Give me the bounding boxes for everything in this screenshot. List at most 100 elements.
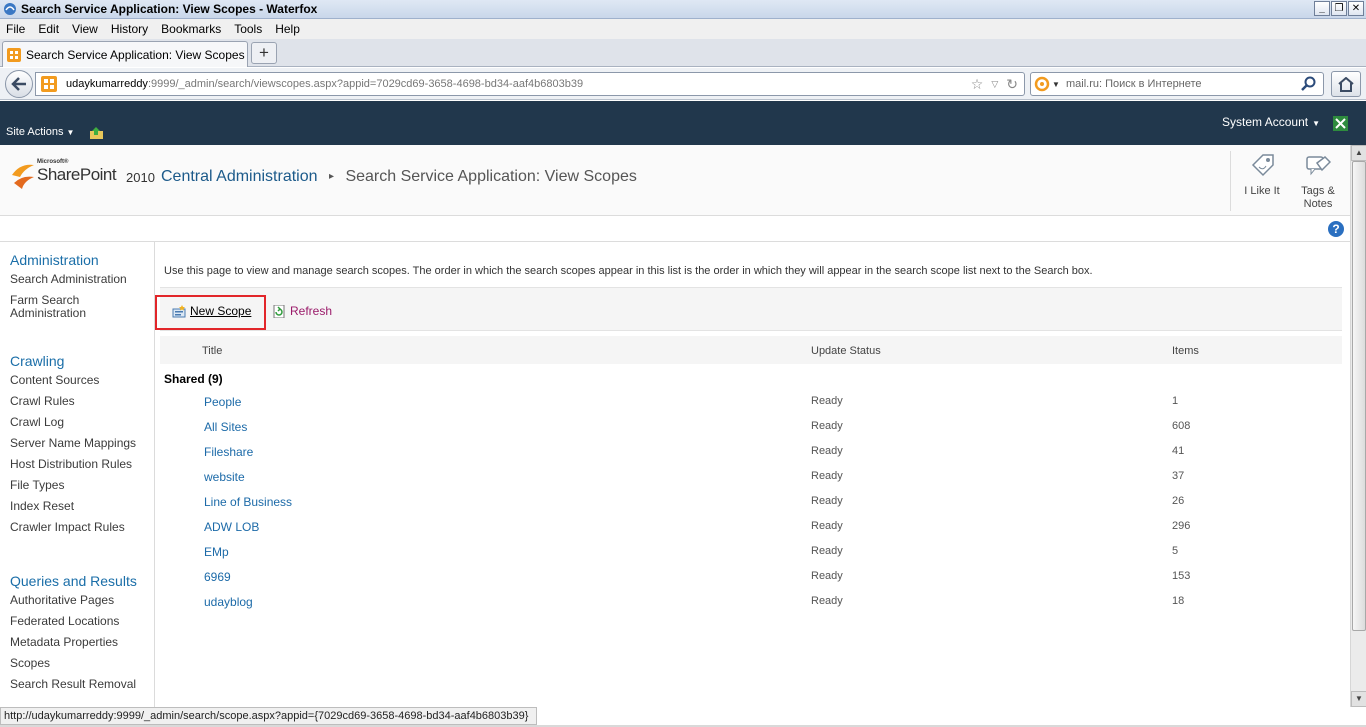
tags-notes-label-1: Tags & bbox=[1301, 185, 1335, 197]
menu-help[interactable]: Help bbox=[275, 22, 300, 36]
menu-file[interactable]: File bbox=[6, 22, 25, 36]
column-header-update-status[interactable]: Update Status bbox=[811, 345, 881, 357]
nav-item-crawler-impact-rules[interactable]: Crawler Impact Rules bbox=[10, 521, 136, 534]
scope-title-link[interactable]: People bbox=[204, 395, 241, 409]
refresh-button[interactable]: Refresh bbox=[272, 304, 332, 318]
help-bar: ? bbox=[0, 216, 1350, 242]
navigate-up-icon[interactable] bbox=[89, 126, 105, 140]
search-engine-selector[interactable]: ▼ bbox=[1034, 75, 1060, 93]
close-button[interactable]: ✕ bbox=[1348, 1, 1364, 16]
search-icon[interactable] bbox=[1301, 76, 1317, 92]
help-icon[interactable]: ? bbox=[1328, 221, 1344, 237]
breadcrumb: Central Administration ▸ Search Service … bbox=[161, 168, 637, 186]
scope-title-link[interactable]: All Sites bbox=[204, 420, 247, 434]
scope-items: 37 bbox=[1172, 470, 1185, 482]
back-arrow-icon bbox=[11, 77, 26, 91]
sync-icon[interactable] bbox=[1333, 116, 1348, 131]
sharepoint-favicon-icon bbox=[7, 47, 21, 62]
scope-status: Ready bbox=[811, 395, 843, 407]
sharepoint-wordmark: SharePoint bbox=[37, 165, 117, 184]
address-bar[interactable]: udaykumarreddy:9999/_admin/search/viewsc… bbox=[35, 72, 1025, 96]
address-bar-icons: ☆ ▽ ↻ bbox=[971, 76, 1018, 93]
tab-bar: Search Service Application: View Scopes … bbox=[0, 39, 1366, 67]
tags-notes-button[interactable]: Tags & Notes bbox=[1295, 153, 1341, 211]
nav-item-scopes[interactable]: Scopes bbox=[10, 657, 137, 670]
menu-edit[interactable]: Edit bbox=[38, 22, 59, 36]
user-account-menu[interactable]: System Account ▼ bbox=[1222, 115, 1320, 129]
i-like-it-label: I Like It bbox=[1244, 185, 1280, 197]
table-row: People Ready 1 bbox=[155, 395, 1350, 420]
new-scope-button[interactable]: New Scope bbox=[172, 304, 251, 318]
nav-item-farm-search-administration-line2[interactable]: Administration bbox=[10, 307, 127, 320]
page-title: Search Service Application: View Scopes bbox=[345, 168, 637, 185]
scope-title-link[interactable]: udayblog bbox=[204, 595, 253, 609]
table-row: Line of Business Ready 26 bbox=[155, 495, 1350, 520]
scope-title-link[interactable]: 6969 bbox=[204, 570, 231, 584]
quick-launch: Administration Search Administration Far… bbox=[0, 242, 155, 707]
back-button[interactable] bbox=[5, 70, 33, 98]
menu-bookmarks[interactable]: Bookmarks bbox=[161, 22, 221, 36]
tags-notes-label-2: Notes bbox=[1303, 198, 1333, 210]
nav-item-content-sources[interactable]: Content Sources bbox=[10, 374, 136, 387]
nav-heading-crawling[interactable]: Crawling bbox=[10, 353, 136, 369]
menu-bar: File Edit View History Bookmarks Tools H… bbox=[0, 19, 1366, 39]
scroll-down-icon[interactable]: ▼ bbox=[1351, 691, 1366, 707]
nav-item-crawl-log[interactable]: Crawl Log bbox=[10, 416, 136, 429]
reload-icon[interactable]: ↻ bbox=[1006, 76, 1018, 93]
scope-items: 608 bbox=[1172, 420, 1191, 432]
new-tab-button[interactable]: + bbox=[251, 42, 277, 64]
home-button[interactable] bbox=[1331, 71, 1361, 97]
scope-title-link[interactable]: EMp bbox=[204, 545, 229, 559]
table-row: ADW LOB Ready 296 bbox=[155, 520, 1350, 545]
engine-dropdown-icon: ▼ bbox=[1052, 79, 1060, 89]
nav-item-host-distribution-rules[interactable]: Host Distribution Rules bbox=[10, 458, 136, 471]
table-row: 6969 Ready 153 bbox=[155, 570, 1350, 595]
table-row: All Sites Ready 608 bbox=[155, 420, 1350, 445]
menu-history[interactable]: History bbox=[111, 22, 148, 36]
scope-title-link[interactable]: Fileshare bbox=[204, 445, 253, 459]
site-actions-label: Site Actions bbox=[6, 126, 64, 138]
search-bar[interactable]: ▼ mail.ru: Поиск в Интернете bbox=[1030, 72, 1324, 96]
menu-tools[interactable]: Tools bbox=[234, 22, 262, 36]
scope-title-link[interactable]: website bbox=[204, 470, 245, 484]
scope-items: 5 bbox=[1172, 545, 1179, 557]
nav-item-metadata-properties[interactable]: Metadata Properties bbox=[10, 636, 137, 649]
breadcrumb-separator-icon: ▸ bbox=[328, 171, 334, 182]
refresh-label: Refresh bbox=[290, 304, 333, 318]
table-header: Title Update Status Items bbox=[160, 336, 1342, 364]
nav-item-crawl-rules[interactable]: Crawl Rules bbox=[10, 395, 136, 408]
scope-status: Ready bbox=[811, 420, 843, 432]
nav-heading-queries-and-results[interactable]: Queries and Results bbox=[10, 573, 137, 589]
restore-button[interactable]: ❐ bbox=[1331, 1, 1347, 16]
scope-title-link[interactable]: Line of Business bbox=[204, 495, 292, 509]
nav-item-search-administration[interactable]: Search Administration bbox=[10, 273, 127, 286]
waterfox-icon bbox=[4, 3, 16, 15]
column-header-items[interactable]: Items bbox=[1172, 345, 1199, 357]
navigation-bar: udaykumarreddy:9999/_admin/search/viewsc… bbox=[0, 68, 1366, 100]
site-actions-menu[interactable]: Site Actions ▼ bbox=[6, 126, 74, 138]
nav-item-authoritative-pages[interactable]: Authoritative Pages bbox=[10, 594, 137, 607]
minimize-button[interactable]: _ bbox=[1314, 1, 1330, 16]
breadcrumb-central-administration[interactable]: Central Administration bbox=[161, 168, 318, 185]
scroll-up-icon[interactable]: ▲ bbox=[1351, 145, 1366, 161]
nav-item-file-types[interactable]: File Types bbox=[10, 479, 136, 492]
table-row: website Ready 37 bbox=[155, 470, 1350, 495]
refresh-icon bbox=[273, 304, 285, 318]
menu-view[interactable]: View bbox=[72, 22, 98, 36]
scope-status: Ready bbox=[811, 595, 843, 607]
nav-item-server-name-mappings[interactable]: Server Name Mappings bbox=[10, 437, 136, 450]
nav-item-index-reset[interactable]: Index Reset bbox=[10, 500, 136, 513]
table-row: udayblog Ready 18 bbox=[155, 595, 1350, 620]
dropdown-icon[interactable]: ▽ bbox=[991, 79, 998, 90]
vertical-scrollbar[interactable]: ▲ ▼ bbox=[1350, 145, 1366, 707]
i-like-it-button[interactable]: I Like It bbox=[1239, 153, 1285, 198]
scope-title-link[interactable]: ADW LOB bbox=[204, 520, 259, 534]
nav-item-search-result-removal[interactable]: Search Result Removal bbox=[10, 678, 137, 691]
bookmark-star-icon[interactable]: ☆ bbox=[971, 76, 984, 93]
nav-heading-administration[interactable]: Administration bbox=[10, 252, 127, 268]
scroll-thumb[interactable] bbox=[1352, 161, 1366, 631]
column-header-title[interactable]: Title bbox=[202, 345, 222, 357]
nav-section-queries: Queries and Results Authoritative Pages … bbox=[10, 573, 137, 699]
browser-tab[interactable]: Search Service Application: View Scopes bbox=[2, 41, 248, 67]
nav-item-federated-locations[interactable]: Federated Locations bbox=[10, 615, 137, 628]
